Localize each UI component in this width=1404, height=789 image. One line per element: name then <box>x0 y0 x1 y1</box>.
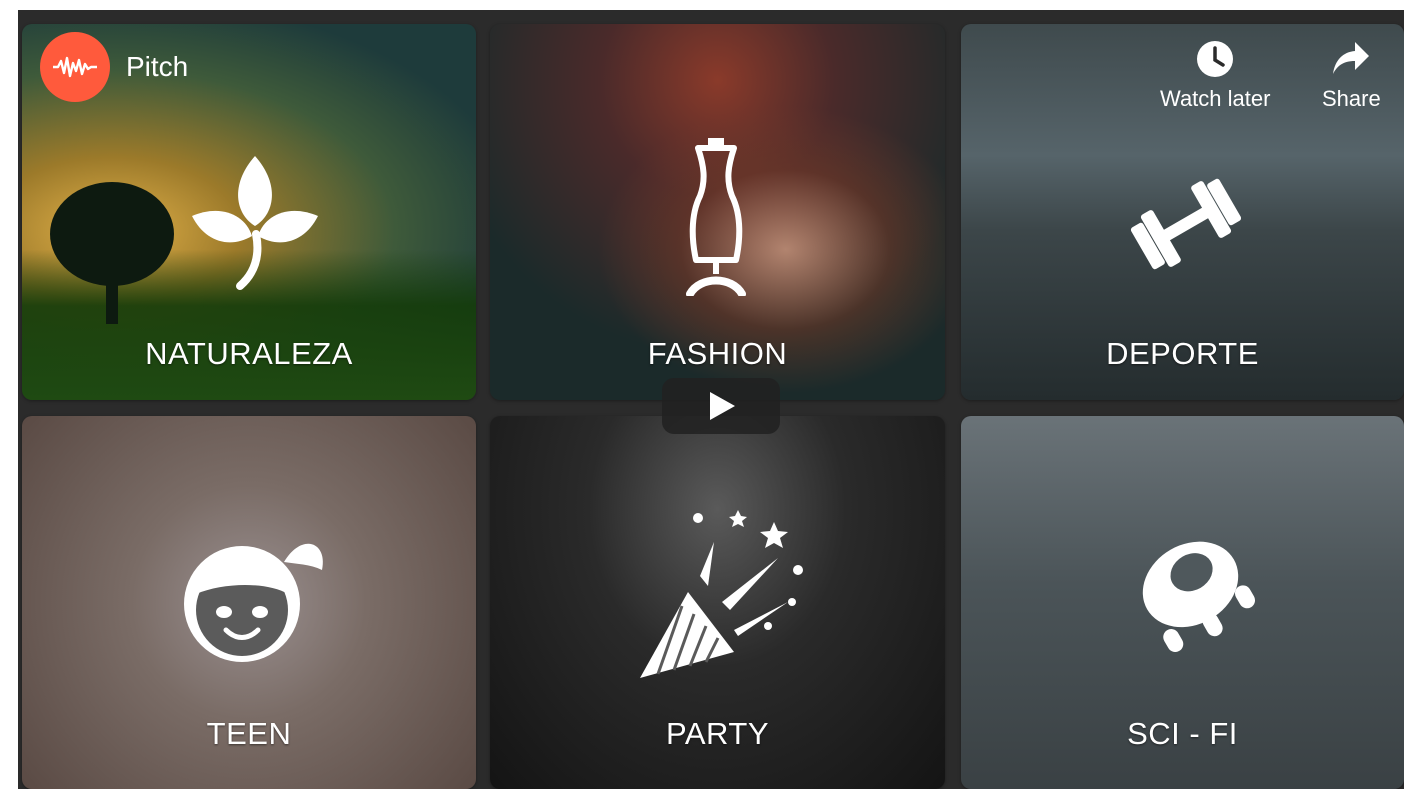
ufo-icon <box>1142 541 1256 652</box>
play-button[interactable] <box>662 378 780 434</box>
party-popper-icon <box>640 510 803 678</box>
channel-badge[interactable]: Pitch <box>40 32 188 102</box>
tile-sci-fi[interactable]: SCI - FI <box>961 416 1404 789</box>
dumbbell-icon <box>1130 178 1242 270</box>
tile-label: NATURALEZA <box>145 336 353 371</box>
tile-label: PARTY <box>666 716 769 751</box>
tile-label: DEPORTE <box>1106 336 1259 371</box>
play-icon <box>710 392 735 420</box>
tile-fashion[interactable]: FASHION <box>490 24 945 400</box>
waveform-icon[interactable] <box>40 32 110 102</box>
watch-later-button[interactable]: Watch later <box>1160 40 1270 112</box>
tree-silhouette <box>50 182 174 324</box>
tile-label: TEEN <box>206 716 292 751</box>
channel-name[interactable]: Pitch <box>126 51 188 83</box>
girl-face-icon <box>184 543 323 662</box>
share-arrow-icon <box>1333 42 1370 74</box>
video-player[interactable]: NATURALEZA FASHION DEPORTE TEEN PARTY SC… <box>18 10 1404 789</box>
leaf-icon <box>192 156 318 290</box>
tile-label: FASHION <box>647 336 788 371</box>
share-label: Share <box>1322 86 1381 111</box>
tile-party[interactable]: PARTY <box>490 416 945 789</box>
share-button[interactable]: Share <box>1322 40 1381 112</box>
tile-label: SCI - FI <box>1127 716 1238 751</box>
dress-form-icon <box>686 138 746 296</box>
tile-teen[interactable]: TEEN <box>22 416 476 789</box>
watch-later-label: Watch later <box>1160 86 1271 111</box>
clock-icon <box>1197 41 1234 77</box>
